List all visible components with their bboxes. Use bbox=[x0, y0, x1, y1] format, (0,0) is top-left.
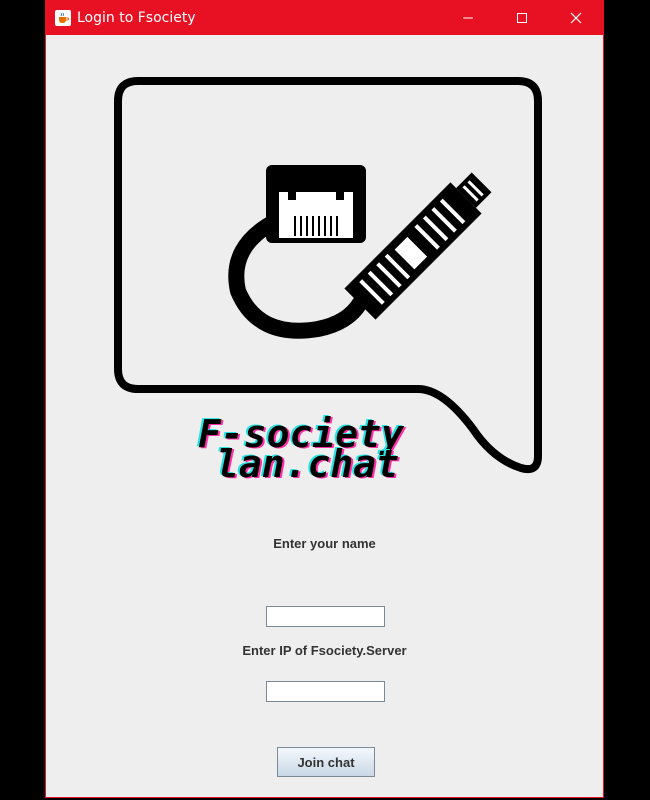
logo-title: F-society F-society F-society lan.chat l… bbox=[196, 411, 407, 486]
svg-text:lan.chat: lan.chat bbox=[216, 442, 399, 486]
title-bar[interactable]: Login to Fsociety bbox=[46, 1, 603, 35]
java-coffee-icon bbox=[55, 10, 71, 26]
login-window: Login to Fsociety F-society F-society F-… bbox=[45, 0, 604, 798]
ethernet-cable-icon bbox=[228, 165, 492, 339]
minimize-button[interactable] bbox=[441, 1, 495, 35]
minimize-icon bbox=[463, 17, 473, 19]
fsociety-logo: F-society F-society F-society lan.chat l… bbox=[114, 77, 542, 486]
maximize-button[interactable] bbox=[495, 1, 549, 35]
join-chat-button[interactable]: Join chat bbox=[277, 747, 375, 777]
name-input[interactable] bbox=[266, 606, 385, 627]
ip-input[interactable] bbox=[266, 681, 385, 702]
close-icon bbox=[570, 12, 582, 24]
ip-label: Enter IP of Fsociety.Server bbox=[242, 643, 407, 658]
close-button[interactable] bbox=[549, 1, 603, 35]
name-label: Enter your name bbox=[273, 536, 376, 551]
maximize-icon bbox=[517, 13, 527, 23]
window-title: Login to Fsociety bbox=[77, 10, 196, 26]
